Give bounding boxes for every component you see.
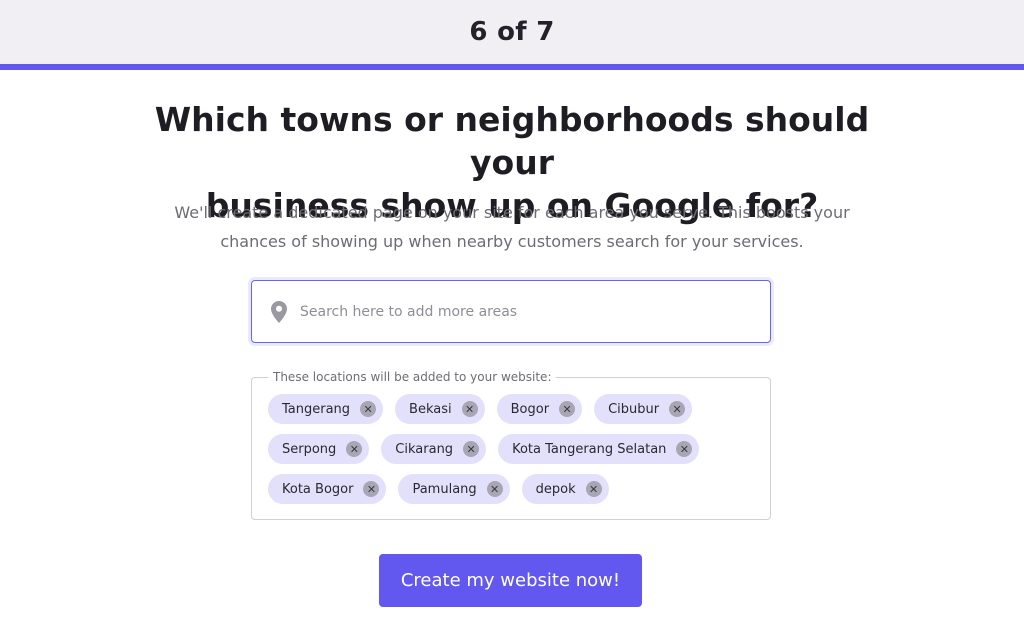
progress-bar <box>0 64 1024 70</box>
location-chip-row: Kota Bogor ✕ Pamulang ✕ depok ✕ <box>268 474 768 504</box>
close-icon[interactable]: ✕ <box>463 441 480 457</box>
location-chip-label: Bekasi <box>409 401 452 417</box>
close-icon[interactable]: ✕ <box>669 401 686 417</box>
location-chip: Bekasi ✕ <box>395 394 485 424</box>
location-chip-label: depok <box>535 481 576 497</box>
create-website-button[interactable]: Create my website now! <box>379 554 642 607</box>
close-icon[interactable]: ✕ <box>346 441 363 457</box>
area-search-box[interactable] <box>251 280 771 343</box>
location-chip: Pamulang ✕ <box>398 474 510 504</box>
selected-locations-box: These locations will be added to your we… <box>251 370 771 520</box>
location-chip-row: Tangerang ✕ Bekasi ✕ Bogor ✕ Cibubur ✕ <box>268 394 768 424</box>
location-chip-label: Cibubur <box>608 401 660 417</box>
location-chip-label: Bogor <box>510 401 550 417</box>
close-icon[interactable]: ✕ <box>363 481 380 497</box>
location-chip: Tangerang ✕ <box>268 394 384 424</box>
location-chip-label: Tangerang <box>282 401 351 417</box>
close-icon[interactable]: ✕ <box>676 441 693 457</box>
location-chip-label: Kota Bogor <box>282 481 354 497</box>
selected-locations-legend: These locations will be added to your we… <box>268 370 557 385</box>
location-chip: Kota Tangerang Selatan ✕ <box>498 434 700 464</box>
location-chip-label: Kota Tangerang Selatan <box>512 441 667 457</box>
map-pin-icon <box>270 300 288 324</box>
location-chip: Cibubur ✕ <box>594 394 693 424</box>
close-icon[interactable]: ✕ <box>486 481 503 497</box>
page-description: We'll create a dedicated page on your si… <box>132 198 892 256</box>
location-chip: Kota Bogor ✕ <box>268 474 387 504</box>
close-icon[interactable]: ✕ <box>360 401 377 417</box>
area-search-input[interactable] <box>300 303 740 320</box>
location-chip: depok ✕ <box>521 474 609 504</box>
page-title-line-1: Which towns or neighborhoods should your <box>154 100 870 182</box>
location-chip-row: Serpong ✕ Cikarang ✕ Kota Tangerang Selatan ✕ <box>268 434 768 464</box>
location-chip: Cikarang ✕ <box>381 434 487 464</box>
close-icon[interactable]: ✕ <box>585 481 602 497</box>
page-description-line-2: chances of showing up when nearby custom… <box>220 232 804 251</box>
step-counter: 6 of 7 <box>469 17 555 47</box>
location-chip: Serpong ✕ <box>268 434 370 464</box>
location-chip-label: Serpong <box>282 441 337 457</box>
location-chip-label: Pamulang <box>412 481 477 497</box>
location-chip: Bogor ✕ <box>496 394 583 424</box>
close-icon[interactable]: ✕ <box>559 401 576 417</box>
close-icon[interactable]: ✕ <box>461 401 478 417</box>
location-chip-list: Tangerang ✕ Bekasi ✕ Bogor ✕ Cibubur ✕ Serpong ✕ C… <box>268 394 768 514</box>
page-description-line-1: We'll create a dedicated page on your si… <box>174 203 850 222</box>
top-bar: 6 of 7 <box>0 0 1024 64</box>
location-chip-label: Cikarang <box>395 441 454 457</box>
